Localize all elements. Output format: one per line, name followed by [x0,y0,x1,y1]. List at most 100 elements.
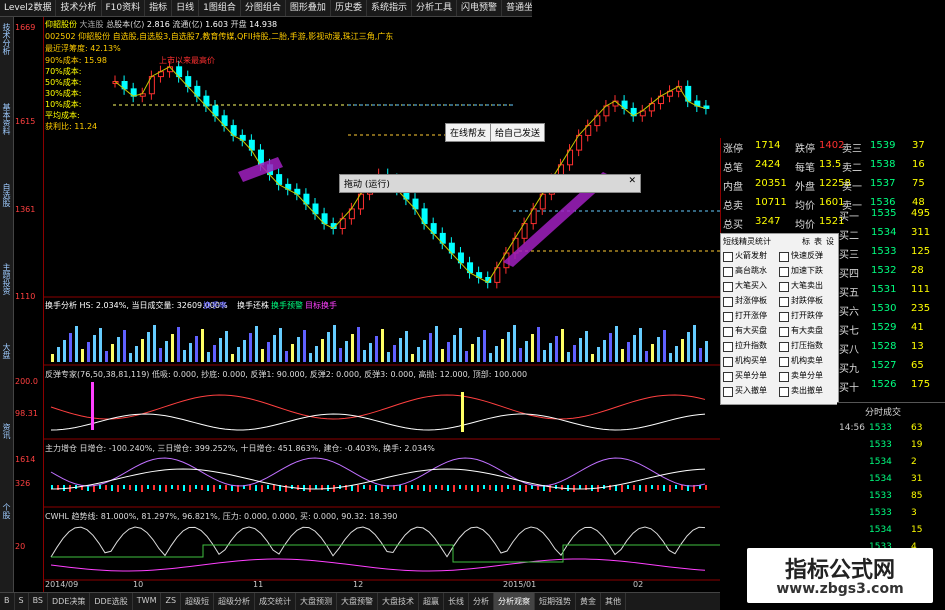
left-tab[interactable]: 主题投资 [0,263,13,295]
bottom-tab[interactable]: 成交统计 [255,593,297,610]
checkbox[interactable] [723,252,733,262]
menu-item[interactable]: 1图组合 [199,0,241,16]
bottom-tab[interactable]: 大盘技术 [378,593,420,610]
checkbox[interactable] [779,252,789,262]
main-chart-area[interactable]: 仰韶股份 大连股 总股本(亿) 2.816 流通(亿) 1.603 开盘 14.… [43,17,720,592]
stat-item[interactable]: 拉升指数 [723,340,779,353]
stat-item[interactable]: 卖单分单 [779,370,835,383]
menu-item[interactable]: 系统指示 [367,0,412,16]
close-icon[interactable]: ✕ [628,176,636,186]
stats-header-item[interactable]: 设 [826,236,834,247]
bid-qty: 111 [911,284,931,295]
checkbox[interactable] [779,372,789,382]
bottom-tab[interactable]: DDE选股 [90,593,133,610]
bottom-tab[interactable]: 超级分析 [214,593,256,610]
stats-header-item[interactable]: 表 [814,236,822,247]
online-label[interactable]: 在线帮友 [450,129,486,139]
stat-item[interactable]: 买入撤单 [723,385,779,398]
checkbox[interactable] [723,327,733,337]
stat-item[interactable]: 打开跌停 [779,310,835,323]
stat-label: 打开跌停 [791,311,823,320]
checkbox[interactable] [723,267,733,277]
bottom-tab[interactable]: 分析 [469,593,495,610]
stat-item[interactable]: 加速下跌 [779,265,835,278]
online-popup[interactable]: 在线帮友 [445,123,492,142]
checkbox[interactable] [723,297,733,307]
drag-toolbar[interactable]: 拖动 (运行) ✕ [339,174,641,193]
short-line-stats-panel[interactable]: 短线精灵统计 标表设 火箭发射 快速反弹 高台跳水 加速下跌 大笔买入 大笔卖出 封涨停板 封… [720,233,839,405]
checkbox[interactable] [779,357,789,367]
bottom-tab[interactable]: B [0,593,15,610]
checkbox[interactable] [779,342,789,352]
checkbox[interactable] [779,267,789,277]
stat-item[interactable]: 封跌停板 [779,295,835,308]
bottom-tab[interactable]: 黄金 [576,593,602,610]
menu-item[interactable]: 分析工具 [412,0,457,16]
bottom-tab[interactable]: 超赢 [419,593,445,610]
bottom-tab[interactable]: 长线 [444,593,470,610]
checkbox[interactable] [723,342,733,352]
bottom-tab[interactable]: 其他 [601,593,627,610]
checkbox[interactable] [723,357,733,367]
bottom-tab[interactable]: 短期强势 [535,593,577,610]
menu-item[interactable]: 闪电预警 [457,0,502,16]
left-tab[interactable]: 技术分析 [0,23,13,55]
stat-item[interactable]: 高台跳水 [723,265,779,278]
stat-item[interactable]: 卖出撤单 [779,385,835,398]
checkbox[interactable] [779,282,789,292]
stat-item[interactable]: 买单分单 [723,370,779,383]
ind2-bar [369,485,371,490]
self-send-popup[interactable]: 给自己发送 [490,123,546,142]
checkbox[interactable] [723,387,733,397]
bottom-tab[interactable]: DDE决策 [48,593,91,610]
menu-item[interactable]: F10资料 [102,0,146,16]
menu-item[interactable]: Level2数据 [0,0,57,16]
menu-item[interactable]: 分图组合 [241,0,286,16]
bottom-tab[interactable]: 大盘预测 [296,593,338,610]
menu-item[interactable]: 技术分析 [56,0,102,16]
checkbox[interactable] [723,312,733,322]
left-tab[interactable]: 大盘 [0,343,13,359]
checkbox[interactable] [779,327,789,337]
stats-header-item[interactable]: 标 [802,236,810,247]
left-tab[interactable]: 基本资料 [0,103,13,135]
bottom-tab[interactable]: 分析观察 [494,593,536,610]
stat-item[interactable]: 打压指数 [779,340,835,353]
left-tab[interactable]: 资讯 [0,423,13,439]
checkbox[interactable] [779,387,789,397]
ind2-bar [189,485,191,492]
drag-label[interactable]: 拖动 [344,180,362,190]
stat-item[interactable]: 大笔卖出 [779,280,835,293]
bottom-tab[interactable]: 超级短 [181,593,215,610]
ind2-bar [669,485,671,492]
stat-item[interactable]: 打开涨停 [723,310,779,323]
left-tab[interactable]: 个股 [0,503,13,519]
stat-item[interactable]: 火箭发射 [723,250,779,263]
run-label[interactable]: (运行) [365,180,390,190]
volume-bar [297,337,300,362]
checkbox[interactable] [779,297,789,307]
menu-item[interactable]: 图形叠加 [286,0,331,16]
stat-item[interactable]: 有大卖盘 [779,325,835,338]
bottom-tab[interactable]: ZS [161,593,182,610]
checkbox[interactable] [723,372,733,382]
menu-item[interactable]: 日线 [172,0,200,16]
stat-item[interactable]: 机构卖单 [779,355,835,368]
stat-item[interactable]: 快速反弹 [779,250,835,263]
checkbox[interactable] [723,282,733,292]
left-tab[interactable]: 自选股 [0,183,13,207]
bottom-tab[interactable]: 大盘预警 [337,593,379,610]
bottom-tab[interactable]: BS [29,593,49,610]
bottom-tab[interactable]: TWM [133,593,162,610]
stat-item[interactable]: 有大买盘 [723,325,779,338]
stat-item[interactable]: 封涨停板 [723,295,779,308]
stat-item[interactable]: 机构买单 [723,355,779,368]
bottom-tab[interactable]: S [15,593,29,610]
tick-price: 1534 [869,525,892,535]
menu-item[interactable]: 历史委 [331,0,367,16]
checkbox[interactable] [779,312,789,322]
self-send-label[interactable]: 给自己发送 [495,129,540,139]
stat-item[interactable]: 大笔买入 [723,280,779,293]
ind2-line: 主力增仓 日增仓: -100.240%, 三日增仓: 399.252%, 十日增… [45,444,435,453]
menu-item[interactable]: 指标 [145,0,173,16]
